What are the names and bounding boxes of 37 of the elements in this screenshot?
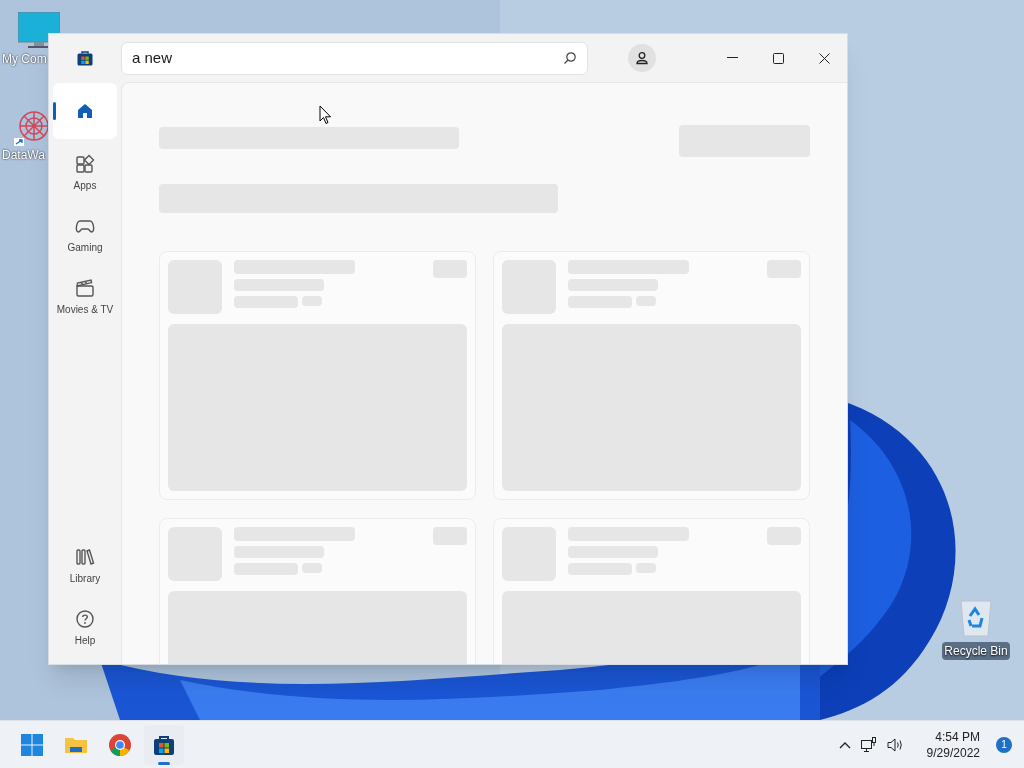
selection-indicator xyxy=(53,102,56,120)
nav-item[interactable]: Movies & TV xyxy=(53,269,117,325)
windows-logo-icon xyxy=(20,732,44,757)
desktop-icon-label: DataWa xyxy=(2,147,45,164)
nav-item[interactable]: Gaming xyxy=(53,207,117,263)
browser-icon xyxy=(108,732,132,757)
apps-icon xyxy=(75,153,95,174)
store-bag-icon xyxy=(76,49,94,67)
minimize-icon xyxy=(726,57,738,59)
nav-item[interactable]: Help xyxy=(53,600,117,656)
account-button[interactable] xyxy=(628,44,656,72)
nav-item[interactable] xyxy=(53,83,117,139)
search-input[interactable]: a new xyxy=(132,46,563,70)
desktop-icon-label: My Com xyxy=(2,51,48,68)
nav-item[interactable]: Library xyxy=(53,538,117,594)
nav-item[interactable]: Apps xyxy=(53,145,117,201)
network-icon xyxy=(860,736,877,753)
volume-icon xyxy=(886,736,905,753)
help-icon xyxy=(75,608,95,629)
monitor-icon xyxy=(18,12,60,50)
mouse-pointer-icon xyxy=(319,105,332,125)
clock-time: 4:54 PM xyxy=(935,728,980,745)
maximize-icon xyxy=(772,52,784,64)
recycle-bin-icon xyxy=(958,598,994,638)
notification-badge[interactable]: 1 xyxy=(996,736,1012,753)
search-icon xyxy=(563,51,577,65)
search-field[interactable]: a new xyxy=(121,41,588,75)
home-icon xyxy=(75,101,95,121)
clapperboard-icon xyxy=(75,277,95,298)
close-icon xyxy=(818,52,830,64)
taskbar-app[interactable] xyxy=(144,724,184,765)
desktop-icon-label: Recycle Bin xyxy=(942,642,1010,660)
chevron-up-icon xyxy=(838,740,851,749)
books-icon xyxy=(75,546,95,567)
active-indicator xyxy=(158,761,170,765)
clock-date: 9/29/2022 xyxy=(926,744,980,761)
person-icon xyxy=(635,51,649,65)
